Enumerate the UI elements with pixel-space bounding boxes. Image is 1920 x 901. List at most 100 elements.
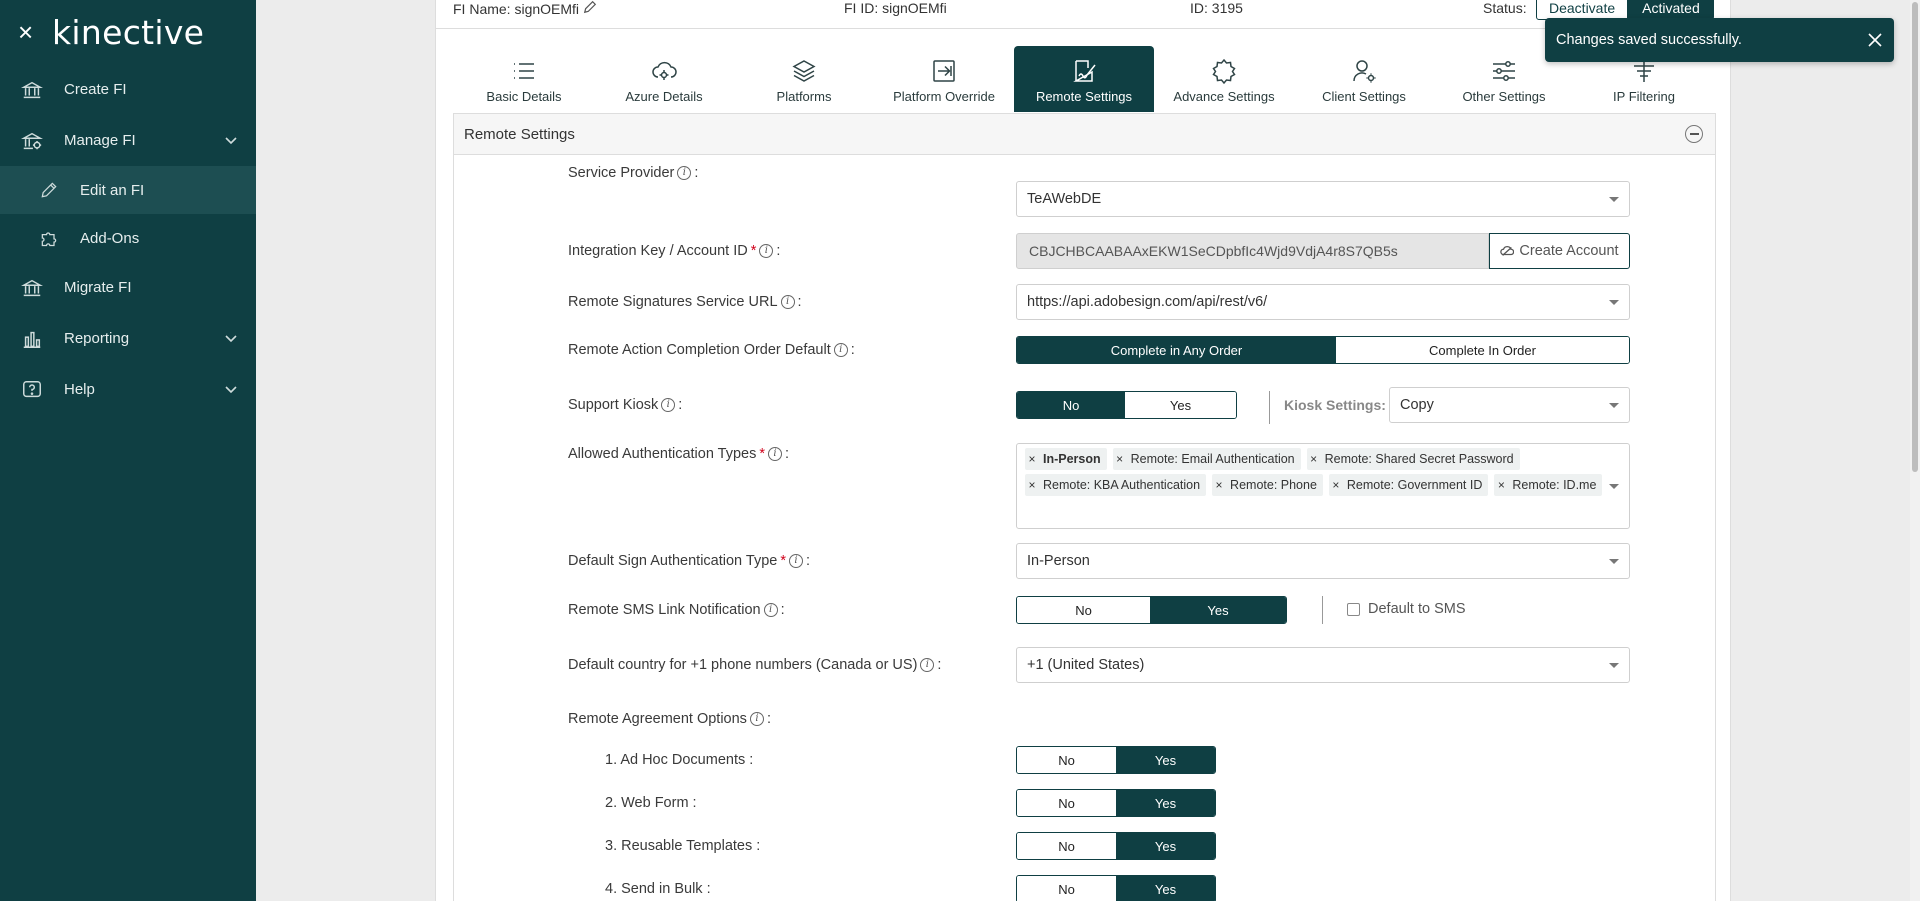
tab-azure-details[interactable]: Azure Details — [594, 46, 734, 112]
bulk-yes-option[interactable]: Yes — [1116, 876, 1215, 901]
ad-hoc-no-option[interactable]: No — [1017, 747, 1116, 773]
label-text: Remote Agreement Options — [568, 711, 747, 727]
section-header: Remote Settings — [454, 114, 1715, 155]
tab-label: Platforms — [776, 89, 832, 104]
close-sidebar-icon[interactable]: × — [18, 19, 52, 45]
main-area: FI Name: signOEMfi FI ID: signOEMfi ID: … — [256, 0, 1920, 901]
deactivate-button[interactable]: Deactivate — [1536, 0, 1629, 20]
caret-down-icon — [1609, 559, 1619, 564]
bar-chart-icon — [20, 327, 44, 351]
remove-chip-icon[interactable]: × — [1494, 478, 1508, 492]
kinective-logo[interactable]: kinective — [52, 13, 204, 52]
sliders-icon — [1493, 61, 1515, 81]
tab-advance-settings[interactable]: Advance Settings — [1154, 46, 1294, 112]
label-text: Default country for +1 phone numbers (Ca… — [568, 657, 918, 673]
divider — [1322, 596, 1323, 624]
default-auth-select[interactable]: In-Person — [1016, 543, 1630, 579]
edit-pencil-icon[interactable] — [583, 0, 597, 17]
label-text: Remote Signatures Service URL — [568, 294, 778, 310]
sidebar-item-migrate-fi[interactable]: Migrate FI — [0, 262, 256, 313]
sidebar-item-manage-fi[interactable]: Manage FI — [0, 115, 256, 166]
sidebar-item-edit-fi[interactable]: Edit an FI — [0, 166, 256, 214]
info-icon[interactable]: i — [677, 166, 692, 180]
info-icon[interactable]: i — [833, 343, 848, 357]
tab-platforms[interactable]: Platforms — [734, 46, 874, 112]
select-value: https://api.adobesign.com/api/rest/v6/ — [1027, 294, 1268, 310]
scrollbar-thumb[interactable] — [1912, 2, 1918, 472]
chevron-down-icon[interactable] — [224, 382, 238, 396]
sidebar-item-label: Migrate FI — [64, 279, 132, 296]
send-in-bulk-toggle: No Yes — [1016, 875, 1216, 901]
complete-any-order-option[interactable]: Complete in Any Order — [1017, 337, 1336, 363]
checkbox-box[interactable] — [1347, 602, 1360, 616]
bulk-no-option[interactable]: No — [1017, 876, 1116, 901]
chip-label: Remote: KBA Authentication — [1043, 478, 1201, 492]
sidebar-item-help[interactable]: Help — [0, 364, 256, 415]
info-icon[interactable]: i — [780, 295, 795, 309]
sidebar-item-reporting[interactable]: Reporting — [0, 313, 256, 364]
country-select[interactable]: +1 (United States) — [1016, 647, 1630, 683]
sms-no-option[interactable]: No — [1017, 597, 1150, 623]
integration-key-field[interactable]: CBJCHBCAABAAxEKW1SeCDpbfIc4Wjd9VdjA4r8S7… — [1016, 233, 1489, 269]
agreement-options-label: Remote Agreement Options i : — [568, 709, 771, 729]
web-form-no-option[interactable]: No — [1017, 790, 1116, 816]
auth-types-multiselect[interactable]: × In-Person × Remote: Email Authentication… — [1016, 443, 1630, 529]
info-icon[interactable]: i — [788, 554, 803, 568]
sidebar-item-create-fi[interactable]: Create FI — [0, 64, 256, 115]
tab-label: Remote Settings — [1035, 89, 1133, 104]
ad-hoc-yes-option[interactable]: Yes — [1116, 747, 1215, 773]
tab-client-settings[interactable]: Client Settings — [1294, 46, 1434, 112]
reusable-yes-option[interactable]: Yes — [1116, 833, 1215, 859]
remove-chip-icon[interactable]: × — [1025, 478, 1039, 492]
checkbox-label: Default to SMS — [1368, 601, 1466, 617]
complete-in-order-option[interactable]: Complete In Order — [1336, 337, 1629, 363]
tab-remote-settings[interactable]: Remote Settings — [1014, 46, 1154, 112]
sidebar-item-label: Manage FI — [64, 132, 136, 149]
sidebar-item-label: Add-Ons — [80, 229, 140, 247]
tab-platform-override[interactable]: Platform Override — [874, 46, 1014, 112]
kiosk-yes-option[interactable]: Yes — [1125, 392, 1236, 418]
scrollbar[interactable] — [1910, 0, 1920, 901]
sms-yes-option[interactable]: Yes — [1150, 597, 1286, 623]
chevron-down-icon[interactable] — [224, 331, 238, 345]
tab-label: Advance Settings — [1173, 89, 1275, 104]
close-icon[interactable] — [1866, 31, 1884, 49]
create-account-button[interactable]: Create Account — [1489, 233, 1630, 269]
tab-label: Client Settings — [1322, 89, 1406, 104]
tab-basic-details[interactable]: Basic Details — [454, 46, 594, 112]
send-in-bulk-label: 4. Send in Bulk : — [605, 881, 711, 897]
service-provider-select[interactable]: TeAWebDE — [1016, 181, 1630, 217]
support-kiosk-label: Support Kiosk i : — [568, 391, 682, 419]
chevron-up-icon[interactable] — [224, 133, 238, 147]
info-icon[interactable]: i — [661, 398, 676, 412]
remove-chip-icon[interactable]: × — [1113, 452, 1127, 466]
info-icon[interactable]: i — [768, 447, 783, 461]
bank-icon — [20, 276, 44, 300]
info-icon[interactable]: i — [920, 658, 935, 672]
service-url-select[interactable]: https://api.adobesign.com/api/rest/v6/ — [1016, 284, 1630, 320]
label-text: Remote SMS Link Notification — [568, 602, 761, 618]
cloud-icon — [652, 61, 677, 80]
kiosk-settings-select[interactable]: Copy — [1389, 387, 1630, 423]
sidebar-item-add-ons[interactable]: Add-Ons — [0, 214, 256, 262]
info-icon[interactable]: i — [763, 603, 778, 617]
tab-label: IP Filtering — [1613, 89, 1675, 104]
kiosk-no-option[interactable]: No — [1017, 392, 1125, 418]
default-to-sms-checkbox[interactable]: Default to SMS — [1347, 601, 1466, 617]
remove-chip-icon[interactable]: × — [1329, 478, 1343, 492]
activated-button[interactable]: Activated — [1628, 0, 1714, 20]
web-form-yes-option[interactable]: Yes — [1116, 790, 1215, 816]
bank-icon — [20, 78, 44, 102]
pencil-icon — [38, 179, 60, 201]
auth-types-label: Allowed Authentication Types * i : — [568, 444, 789, 464]
bank-gear-icon — [20, 129, 44, 153]
remove-chip-icon[interactable]: × — [1025, 452, 1039, 466]
info-icon[interactable]: i — [759, 244, 774, 258]
info-icon[interactable]: i — [749, 712, 764, 726]
remove-chip-icon[interactable]: × — [1212, 478, 1226, 492]
label-text: Integration Key / Account ID — [568, 243, 748, 259]
remove-chip-icon[interactable]: × — [1307, 452, 1321, 466]
collapse-icon[interactable] — [1685, 125, 1703, 143]
status-label: Status: — [1483, 0, 1527, 16]
reusable-no-option[interactable]: No — [1017, 833, 1116, 859]
